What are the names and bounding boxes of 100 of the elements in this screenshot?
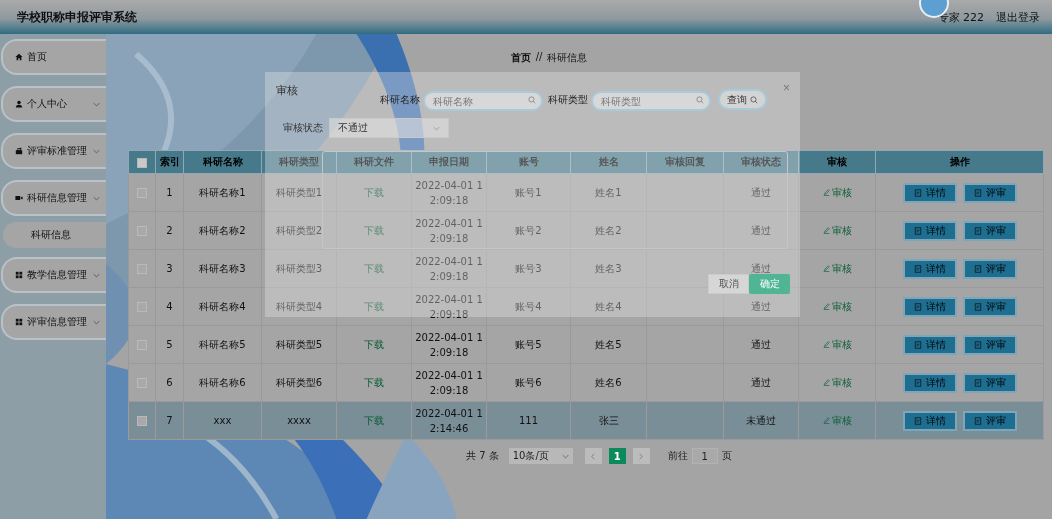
checkbox[interactable] — [137, 157, 147, 168]
action-button[interactable]: 详情 — [902, 258, 957, 279]
goto-label: 前往 — [667, 449, 688, 463]
confirm-button[interactable]: 确定 — [749, 274, 790, 294]
table-cell: 科研名称3 — [199, 262, 246, 274]
search-field[interactable]: 科研类型 — [591, 91, 711, 111]
column-header: 审核 — [827, 156, 847, 167]
app-title: 学校职称申报评审系统 — [17, 8, 138, 26]
download-link[interactable]: 下载 — [364, 338, 384, 350]
table-cell: 通过 — [751, 300, 771, 312]
sidebar-item[interactable]: 科研信息管理 — [1, 180, 106, 216]
action-button[interactable]: 详情 — [902, 220, 957, 241]
search-icon — [696, 95, 704, 104]
action-button[interactable]: 评审 — [962, 296, 1017, 317]
column-header: 操作 — [949, 156, 970, 167]
checkbox[interactable] — [137, 416, 147, 426]
download-link[interactable]: 下载 — [364, 300, 384, 312]
table-cell-text: 2022-04-01 12:09:18 — [414, 292, 484, 322]
page-suffix: 页 — [721, 449, 732, 463]
table-cell: xxx — [213, 415, 232, 426]
download-link[interactable]: 下载 — [364, 186, 384, 198]
column-header: 账号 — [518, 156, 539, 167]
sidebar-item[interactable]: 评审信息管理 — [1, 304, 106, 340]
table-cell: 科研名称4 — [199, 300, 246, 312]
action-button[interactable]: 详情 — [902, 372, 957, 393]
page-size-select[interactable]: 10条/页 — [508, 448, 573, 464]
table-cell: 姓名4 — [595, 300, 622, 312]
table-cell: 通过 — [751, 186, 771, 198]
table-cell: 科研类型5 — [275, 338, 323, 350]
briefcase-icon — [15, 147, 23, 155]
action-button[interactable]: 详情 — [902, 410, 957, 431]
table-cell-text: 2022-04-01 12:14:46 — [414, 406, 484, 436]
search-icon — [750, 95, 758, 104]
search-icon — [528, 95, 536, 104]
action-button[interactable]: 评审 — [962, 220, 1017, 241]
table-cell: 通过 — [751, 376, 771, 388]
action-button[interactable]: 评审 — [962, 334, 1017, 355]
user-icon — [15, 100, 23, 108]
sidebar-item[interactable]: 个人中心 — [1, 86, 106, 122]
action-button[interactable]: 详情 — [902, 334, 957, 355]
edit-icon — [822, 379, 830, 386]
table-cell: 科研名称1 — [199, 186, 246, 198]
column-header: 科研类型 — [279, 156, 319, 167]
field-label: 科研名称 — [380, 92, 420, 107]
column-header: 科研名称 — [202, 156, 243, 167]
action-button[interactable]: 评审 — [962, 410, 1017, 431]
table-cell: 姓名1 — [595, 186, 622, 198]
edit-icon — [822, 265, 830, 272]
table-cell: 通过 — [751, 338, 771, 350]
table-cell: 账号3 — [515, 262, 542, 274]
reply-textarea[interactable] — [322, 151, 788, 249]
edit-icon — [822, 227, 830, 234]
action-button[interactable]: 详情 — [902, 182, 957, 203]
table-cell-text: 2022-04-01 12:09:18 — [414, 330, 484, 360]
action-button[interactable]: 评审 — [962, 258, 1017, 279]
action-button[interactable]: 评审 — [962, 372, 1017, 393]
column-header: 审核状态 — [741, 156, 781, 167]
search-field[interactable]: 科研名称 — [423, 91, 543, 111]
chevron-left-icon — [591, 452, 596, 460]
sidebar-item[interactable]: 评审标准管理 — [1, 133, 106, 169]
column-header: 索引 — [159, 156, 180, 167]
table-cell: 1 — [166, 187, 173, 198]
cancel-button[interactable]: 取消 — [708, 274, 749, 294]
table-cell: xxxx — [287, 415, 311, 426]
chevron-icon — [433, 125, 440, 131]
document-icon — [973, 302, 982, 311]
chevron-icon — [93, 319, 100, 325]
close-button[interactable]: × — [783, 82, 790, 94]
table-cell: 6 — [166, 377, 173, 388]
review-link[interactable]: 审核 — [822, 261, 852, 276]
document-icon — [973, 264, 982, 273]
review-link[interactable]: 审核 — [822, 337, 852, 352]
review-link[interactable]: 审核 — [822, 299, 852, 314]
download-link[interactable]: 下载 — [364, 376, 384, 388]
download-link[interactable]: 下载 — [364, 262, 384, 274]
review-link[interactable]: 审核 — [822, 375, 852, 390]
sidebar-item[interactable]: 首页 — [1, 39, 106, 75]
download-link[interactable]: 下载 — [364, 224, 384, 236]
action-button[interactable]: 评审 — [962, 182, 1017, 203]
column-header: 姓名 — [598, 156, 619, 167]
action-button[interactable]: 详情 — [902, 296, 957, 317]
table-cell: 4 — [166, 301, 173, 312]
table-cell: 5 — [166, 339, 173, 350]
logout-link[interactable]: 退出登录 — [996, 9, 1040, 25]
review-link[interactable]: 审核 — [822, 413, 852, 428]
chevron-icon — [93, 148, 100, 154]
breadcrumb-separator[interactable]: 首页 — [510, 51, 531, 65]
sidebar-subitem[interactable]: 科研信息 — [3, 222, 106, 248]
download-link[interactable]: 下载 — [364, 414, 384, 426]
sidebar-item[interactable]: 教学信息管理 — [1, 257, 106, 293]
review-link[interactable]: 审核 — [822, 223, 852, 238]
table-cell: 3 — [166, 263, 173, 274]
page-input[interactable]: 1 — [691, 448, 718, 464]
table-cell-text: 2022-04-01 12:09:18 — [414, 178, 484, 208]
field-label: 审核状态 — [283, 121, 323, 135]
status-select[interactable]: 不通过 — [329, 118, 449, 138]
review-link[interactable]: 审核 — [822, 185, 852, 200]
search-button[interactable]: 查询 — [718, 89, 767, 110]
table-cell-text: 2022-04-01 12:09:18 — [414, 216, 484, 246]
document-icon — [913, 416, 922, 425]
